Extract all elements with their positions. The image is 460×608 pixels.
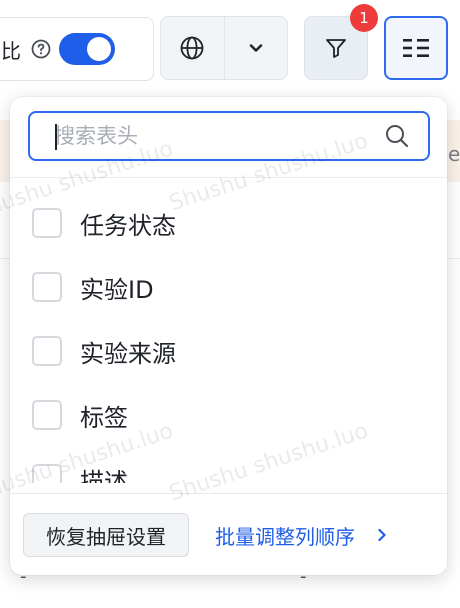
- column-item-task-status[interactable]: 任务状态: [32, 203, 176, 243]
- divider: [10, 177, 447, 178]
- column-checkbox[interactable]: [32, 464, 62, 483]
- language-button-group: [160, 16, 288, 80]
- batch-reorder-columns-link[interactable]: 批量调整列顺序: [215, 513, 389, 557]
- language-dropdown-button[interactable]: [223, 17, 288, 79]
- column-list[interactable]: 任务状态 实验ID 实验来源 标签 描述: [10, 187, 447, 483]
- globe-icon: [180, 36, 204, 60]
- chevron-down-icon: [249, 44, 262, 52]
- column-search-box: [28, 111, 430, 161]
- reset-drawer-settings-button[interactable]: 恢复抽屉设置: [23, 513, 189, 557]
- column-item-label: 实验来源: [80, 339, 176, 368]
- filter-funnel-icon: [326, 39, 346, 58]
- column-header-fragment: e: [448, 142, 460, 166]
- column-checkbox[interactable]: [32, 336, 62, 366]
- column-item-label: 实验ID: [80, 275, 154, 304]
- compare-toggle-group: 比: [0, 17, 154, 81]
- column-settings-panel: 任务状态 实验ID 实验来源 标签 描述 恢复抽屉设置 批量调整列顺序: [10, 97, 447, 575]
- column-item-experiment-id[interactable]: 实验ID: [32, 267, 154, 307]
- language-button[interactable]: [161, 17, 224, 79]
- column-search-input[interactable]: [30, 115, 384, 157]
- question-circle-icon[interactable]: [31, 39, 51, 59]
- divider: [10, 493, 447, 494]
- text-caret: [55, 124, 57, 150]
- column-item-label: 任务状态: [80, 211, 176, 240]
- search-icon: [386, 125, 409, 148]
- batch-reorder-label: 批量调整列顺序: [215, 524, 355, 549]
- column-item-experiment-source[interactable]: 实验来源: [32, 331, 176, 371]
- column-checkbox[interactable]: [32, 208, 62, 238]
- compare-label: 比: [1, 38, 21, 63]
- column-item-label: 描述: [80, 467, 128, 484]
- column-item-label: 标签: [80, 403, 128, 432]
- chevron-right-icon: [378, 528, 386, 542]
- filter-count-badge: 1: [350, 4, 378, 32]
- column-item-tags[interactable]: 标签: [32, 395, 128, 435]
- column-item-description[interactable]: 描述: [32, 459, 128, 483]
- toggle-knob: [87, 37, 111, 61]
- column-list-icon: [403, 39, 429, 57]
- column-checkbox[interactable]: [32, 400, 62, 430]
- column-settings-button[interactable]: [384, 16, 448, 80]
- compare-toggle[interactable]: [59, 33, 115, 65]
- column-checkbox[interactable]: [32, 272, 62, 302]
